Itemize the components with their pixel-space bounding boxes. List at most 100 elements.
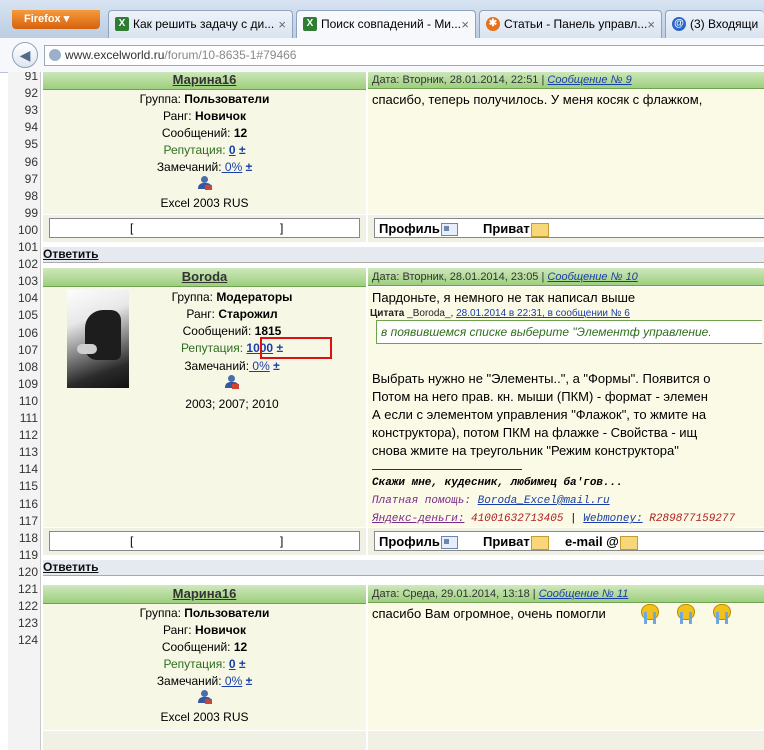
email-label: e-mail @: [565, 534, 619, 549]
close-icon[interactable]: ×: [461, 11, 469, 38]
signature-separator: [372, 469, 522, 470]
messages-label: Сообщений:: [182, 324, 252, 338]
quote-header: Цитата _Boroda_, 28.01.2014 в 22:31, в с…: [370, 307, 762, 320]
remarks-link[interactable]: 0%: [249, 359, 269, 373]
line-number: 105: [17, 308, 38, 323]
private-message-button[interactable]: Приват: [483, 220, 549, 237]
message-line: Выбрать нужно не "Элементы..", а "Формы"…: [372, 371, 711, 386]
quote-block: Цитата _Boroda_, 28.01.2014 в 22:31, в с…: [370, 307, 762, 344]
user-rank: Новичок: [194, 623, 247, 637]
line-number: 117: [18, 513, 38, 528]
message-line: конструктора), потом ПКМ на флажке - Сво…: [372, 425, 698, 440]
envelope-icon: [619, 535, 638, 550]
email-button[interactable]: e-mail @: [565, 533, 638, 550]
message-number-link[interactable]: Сообщение № 11: [539, 588, 629, 600]
navigation-bar: ◀ www.excelworld.ru/forum/10-8635-1#7946…: [0, 38, 764, 73]
post-date-header: Дата: Вторник, 28.01.2014, 23:05 | Сообщ…: [368, 268, 764, 286]
author-name-link[interactable]: Марина16: [173, 72, 237, 87]
url-path: /forum/10-8635-1#79466: [164, 48, 297, 62]
line-number: 111: [19, 411, 38, 425]
bracket-left: [: [130, 221, 134, 235]
line-number: 99: [24, 205, 38, 220]
close-icon[interactable]: ×: [278, 11, 286, 38]
excel-icon: X: [303, 17, 317, 31]
quote-source-link[interactable]: 28.01.2014 в 22:31, в сообщении № 6: [456, 308, 630, 319]
reply-link[interactable]: Ответить: [43, 560, 764, 576]
line-number: 121: [17, 582, 38, 596]
browser-tab-1[interactable]: X Как решить задачу с ди... ×: [108, 10, 293, 38]
reply-link[interactable]: Ответить: [43, 247, 764, 263]
joomla-icon: ✱: [486, 17, 500, 31]
user-info-panel: Группа: Пользователи Ранг: Новичок Сообщ…: [43, 604, 366, 730]
line-number-gutter: 91 92 93 94 95 96 97 98 99 100 101 102 103 104 105 106 1…: [8, 72, 41, 750]
line-number: 98: [24, 188, 38, 203]
reputation-link[interactable]: 0: [229, 657, 236, 671]
tab-label: Статьи - Панель управл...: [504, 17, 648, 31]
message-line: Потом на него прав. кн. мыши (ПКМ) - фор…: [372, 389, 708, 404]
rank-label: Ранг:: [186, 307, 216, 321]
reputation-link[interactable]: 0: [229, 143, 236, 157]
post-date: Дата: Среда, 29.01.2014, 13:18 |: [372, 588, 536, 600]
remarks-change-button[interactable]: ±: [273, 359, 280, 373]
remarks-link[interactable]: 0%: [222, 160, 242, 174]
post-footer-left: [43, 731, 366, 750]
remarks-link[interactable]: 0%: [222, 674, 242, 688]
post-date-header: Дата: Вторник, 28.01.2014, 22:51 | Сообщ…: [368, 72, 764, 89]
remarks-label: Замечаний:: [156, 160, 222, 174]
group-label: Группа:: [139, 92, 181, 106]
line-number: 91: [24, 72, 38, 83]
line-number: 115: [18, 479, 38, 494]
user-rank-line: Ранг: Новичок: [43, 108, 366, 125]
message-number-link[interactable]: Сообщение № 10: [547, 271, 637, 283]
message-text: спасибо Вам огромное, очень помогли: [372, 606, 606, 621]
browser-tab-3[interactable]: ✱ Статьи - Панель управл... ×: [479, 10, 662, 38]
user-rank-line: Ранг: Старожил: [98, 306, 366, 323]
bracket-left: [: [130, 534, 134, 548]
rank-label: Ранг:: [162, 623, 192, 637]
remarks-change-button[interactable]: ±: [246, 674, 253, 688]
post-author-header: Boroda: [43, 268, 366, 287]
author-name-link[interactable]: Марина16: [173, 586, 237, 601]
address-bar[interactable]: www.excelworld.ru/forum/10-8635-1#79466: [44, 45, 764, 66]
firefox-menu-button[interactable]: Firefox ▾: [12, 10, 100, 29]
profile-button[interactable]: Профиль: [379, 533, 458, 550]
webmoney-link[interactable]: Webmoney:: [583, 513, 642, 525]
user-group-line: Группа: Пользователи: [43, 91, 366, 108]
line-number: 114: [18, 462, 38, 477]
user-remarks-line: Замечаний: 0% ±: [43, 159, 366, 176]
back-button[interactable]: ◀: [12, 42, 38, 68]
yandex-money-value: 41001632713405: [471, 513, 564, 525]
post-actions: Профиль Приват: [374, 218, 764, 238]
line-number: 118: [18, 530, 38, 545]
line-number: 124: [17, 633, 38, 648]
profile-button[interactable]: Профиль: [379, 220, 458, 237]
browser-tab-2[interactable]: X Поиск совпадений - Ми... ×: [296, 10, 476, 38]
post-date-header: Дата: Среда, 29.01.2014, 13:18 | Сообщен…: [368, 585, 764, 603]
envelope-icon: [530, 222, 549, 237]
profile-card-icon: [440, 536, 458, 550]
email-link[interactable]: Boroda_Excel@mail.ru: [478, 495, 610, 507]
private-label: Приват: [483, 534, 530, 549]
user-rank: Новичок: [194, 109, 247, 123]
paid-help-label: Платная помощь:: [372, 495, 472, 507]
remarks-change-button[interactable]: ±: [246, 160, 253, 174]
user-group: Пользователи: [184, 92, 270, 106]
user-reputation-line: Репутация: 0 ±: [43, 656, 366, 673]
post-author-header: Марина16: [43, 585, 366, 604]
close-icon[interactable]: ×: [647, 11, 655, 38]
user-rank-line: Ранг: Новичок: [43, 622, 366, 639]
reputation-change-button[interactable]: ±: [239, 657, 246, 671]
reputation-change-button[interactable]: ±: [239, 143, 246, 157]
line-number: 106: [17, 325, 38, 340]
private-message-button[interactable]: Приват: [483, 533, 549, 550]
crying-smiley-icon: [640, 604, 660, 626]
browser-tab-4[interactable]: @ (3) Входящи: [665, 10, 764, 38]
yandex-money-link[interactable]: Яндекс-деньги:: [372, 513, 464, 525]
webmoney-value: R289877159277: [649, 513, 736, 525]
user-info-panel: Группа: Пользователи Ранг: Новичок Сообщ…: [43, 90, 366, 214]
user-group-line: Группа: Пользователи: [43, 605, 366, 622]
message-number-link[interactable]: Сообщение № 9: [547, 74, 631, 86]
post-author-header: Марина16: [43, 72, 366, 90]
author-name-link[interactable]: Boroda: [182, 269, 228, 284]
line-number: 109: [17, 376, 38, 391]
